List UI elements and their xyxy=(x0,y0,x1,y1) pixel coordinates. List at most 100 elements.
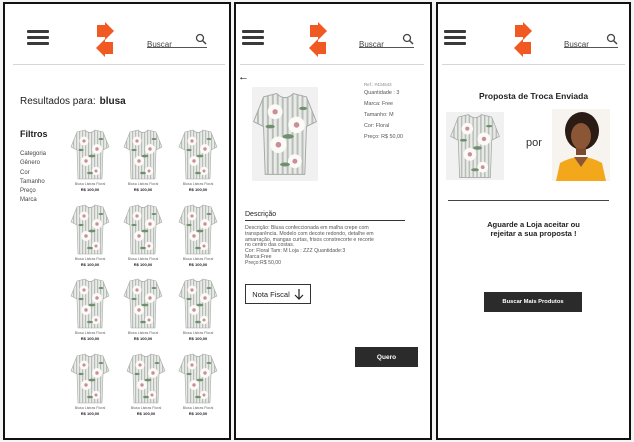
product-card[interactable]: Blusa Listras Floral R$ 100,00 xyxy=(173,203,223,267)
description-text: Descrição: Blusa confeccionada em malha … xyxy=(245,225,410,267)
download-arrow-icon xyxy=(294,288,304,300)
product-price: R$ 100,00 xyxy=(133,262,153,267)
waiting-message: Aguarde a Loja aceitar ou rejeitar a sua… xyxy=(438,220,629,238)
product-price: R$ 100,00 xyxy=(136,411,156,416)
product-card[interactable]: Blusa Listras Floral R$ 100,00 xyxy=(65,203,115,267)
product-card[interactable]: Blusa Listras Floral R$ 100,00 xyxy=(173,352,223,416)
product-name: Blusa Listras Floral xyxy=(127,182,159,186)
product-card[interactable]: Blusa Listras Floral R$ 100,00 xyxy=(118,203,168,267)
product-image[interactable] xyxy=(178,203,218,256)
description-divider xyxy=(245,220,405,221)
search-field[interactable] xyxy=(359,33,414,51)
product-image[interactable] xyxy=(178,128,218,181)
product-name: Blusa Listras Floral xyxy=(130,406,162,410)
search-more-products-button[interactable]: Buscar Mais Produtos xyxy=(484,292,582,312)
product-quantity: Quantidade : 3 xyxy=(364,90,400,96)
confirmation-divider xyxy=(448,200,609,201)
product-image[interactable] xyxy=(126,352,166,405)
product-card[interactable]: Blusa Listras Floral R$ 100,00 xyxy=(118,128,168,192)
search-icon[interactable] xyxy=(606,33,618,45)
search-field[interactable] xyxy=(147,33,207,51)
hamburger-menu-icon[interactable] xyxy=(27,30,49,46)
product-name: Blusa Listras Floral xyxy=(182,257,214,261)
product-image[interactable] xyxy=(70,203,110,256)
product-image[interactable] xyxy=(123,128,163,181)
filter-gender[interactable]: Gênero xyxy=(20,159,46,168)
product-price: R$ 100,00 xyxy=(80,187,100,192)
product-size: Tamanho: M xyxy=(364,112,394,118)
filters-list: Categoria Gênero Cor Tamanho Preço Marca xyxy=(20,150,46,206)
product-card[interactable]: Blusa Listras Floral R$ 100,00 xyxy=(65,277,115,341)
product-card[interactable]: Blusa Listras Floral R$ 100,00 xyxy=(173,128,223,192)
product-color: Cor: Floral xyxy=(364,123,390,129)
results-label: Resultados para: xyxy=(20,96,96,107)
product-name: Blusa Listras Floral xyxy=(74,331,106,335)
logo-icon[interactable] xyxy=(308,22,328,58)
filter-category[interactable]: Categoria xyxy=(20,150,46,159)
product-image[interactable] xyxy=(70,277,110,330)
search-icon[interactable] xyxy=(402,33,414,45)
product-price: R$ 100,00 xyxy=(188,187,208,192)
product-card[interactable]: Blusa Listras Floral R$ 100,00 xyxy=(121,352,171,416)
product-detail-screen: ← Ref.: #434643 Quantidade : 3 Marca: Fr… xyxy=(234,2,432,440)
product-image[interactable] xyxy=(123,277,163,330)
waiting-message-line: Aguarde a Loja aceitar ou xyxy=(487,220,580,229)
want-button[interactable]: Quero xyxy=(355,347,418,367)
logo-icon[interactable] xyxy=(513,22,533,58)
logo-icon[interactable] xyxy=(95,22,115,58)
product-price: R$ 100,00 xyxy=(133,336,153,341)
product-meta: Ref.: #434643 Quantidade : 3 Marca: Free… xyxy=(364,81,403,143)
filters-title: Filtros xyxy=(20,129,48,139)
hamburger-menu-icon[interactable] xyxy=(242,30,264,46)
product-image[interactable] xyxy=(70,352,110,405)
header-divider xyxy=(442,64,625,65)
product-price: R$ 100,00 xyxy=(80,411,100,416)
search-results-screen: Resultados para:blusa Filtros Categoria … xyxy=(3,2,231,440)
filter-brand[interactable]: Marca xyxy=(20,196,46,205)
invoice-label: Nota Fiscal xyxy=(252,289,290,299)
product-card[interactable]: Blusa Listras Floral R$ 100,00 xyxy=(65,128,115,192)
product-price: R$ 100,00 xyxy=(188,262,208,267)
description-line: Preço:R$ 50,00 xyxy=(245,259,282,266)
product-card[interactable]: Blusa Listras Floral R$ 100,00 xyxy=(173,277,223,341)
product-name: Blusa Listras Floral xyxy=(74,406,106,410)
product-brand: Marca: Free xyxy=(364,101,394,107)
invoice-button[interactable]: Nota Fiscal xyxy=(245,284,311,304)
product-ref: Ref.: #434643 xyxy=(364,82,392,87)
product-name: Blusa Listras Floral xyxy=(182,406,214,410)
product-price: Preço: R$ 50,00 xyxy=(364,134,403,140)
search-field[interactable] xyxy=(564,33,618,51)
product-detail-image xyxy=(252,87,318,181)
product-price: R$ 100,00 xyxy=(188,336,208,341)
product-name: Blusa Listras Floral xyxy=(127,331,159,335)
product-price: R$ 100,00 xyxy=(80,262,100,267)
back-arrow-icon[interactable]: ← xyxy=(238,72,249,83)
product-price: R$ 100,00 xyxy=(188,411,208,416)
results-query: blusa xyxy=(99,96,126,107)
requested-product-image xyxy=(552,109,610,181)
por-label: por xyxy=(526,137,542,149)
header-divider xyxy=(240,64,424,65)
filter-size[interactable]: Tamanho xyxy=(20,178,46,187)
hamburger-menu-icon[interactable] xyxy=(444,30,466,46)
product-name: Blusa Listras Floral xyxy=(182,182,214,186)
product-name: Blusa Listras Floral xyxy=(182,331,214,335)
product-card[interactable]: Blusa Listras Floral R$ 100,00 xyxy=(118,277,168,341)
product-name: Blusa Listras Floral xyxy=(74,182,106,186)
product-image[interactable] xyxy=(123,203,163,256)
search-icon[interactable] xyxy=(195,33,207,45)
results-heading: Resultados para: blusa xyxy=(20,96,126,107)
product-price: R$ 100,00 xyxy=(133,187,153,192)
product-image[interactable] xyxy=(178,352,218,405)
proposal-confirmation-screen: Proposta de Troca Enviada por Aguarde a … xyxy=(436,2,631,440)
waiting-message-line: rejeitar a sua proposta ! xyxy=(490,229,577,238)
product-card[interactable]: Blusa Listras Floral R$ 100,00 xyxy=(65,352,115,416)
header-divider xyxy=(13,64,225,65)
filter-color[interactable]: Cor xyxy=(20,169,46,178)
description-title: Descrição xyxy=(245,211,277,218)
offered-product-image xyxy=(446,112,504,180)
product-image[interactable] xyxy=(70,128,110,181)
filter-price[interactable]: Preço xyxy=(20,187,46,196)
product-image[interactable] xyxy=(178,277,218,330)
product-name: Blusa Listras Floral xyxy=(127,257,159,261)
